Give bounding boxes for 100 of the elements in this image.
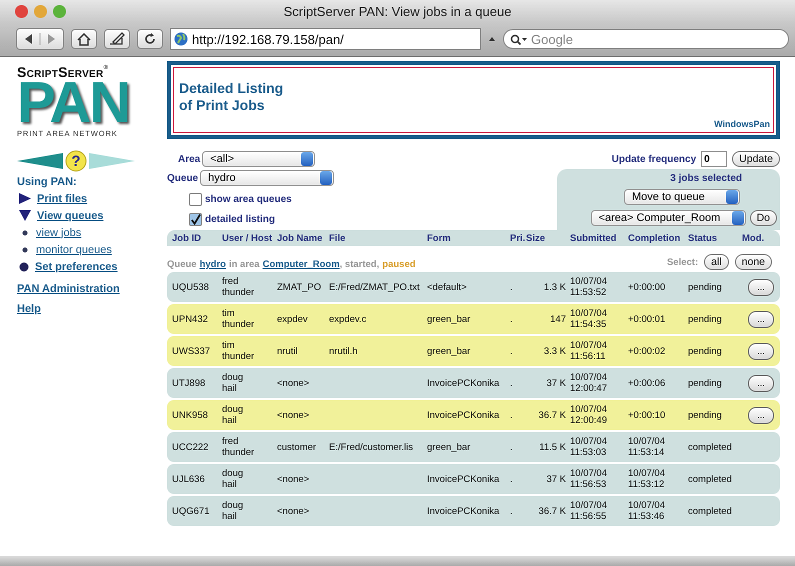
queue-select[interactable]: hydro [200,170,334,186]
job-size: 36.7 K [538,410,567,420]
column-header: Job Name [277,232,324,244]
field-label: Area [178,154,200,164]
triangle-down-icon [19,210,31,221]
address-field[interactable]: http://192.168.79.158/pan/ [170,28,481,50]
back-arrow-icon[interactable] [17,153,63,169]
globe-icon [174,32,188,46]
job-name: ZMAT_PO [277,282,322,292]
job-size: 36.7 K [538,506,567,516]
job-id: UJL636 [172,474,206,484]
selection-count: 3 jobs selected [670,173,742,184]
search-field[interactable]: Google [503,29,789,49]
update-button[interactable]: Update [732,151,780,167]
completion-time: +0:00:00 [628,282,666,292]
modify-button[interactable]: ... [748,310,774,328]
paused-state: paused [382,259,416,270]
job-name: <none> [277,410,310,420]
stepper-icon [320,171,332,185]
back-forward-button[interactable] [16,28,64,50]
help-icon[interactable]: ? [65,150,87,172]
edit-button[interactable] [104,29,130,49]
completion-time: +0:00:02 [628,346,666,356]
user-host: tim thunder [222,308,256,330]
home-button[interactable] [71,29,97,49]
user-host: fred thunder [222,436,256,458]
submitted-time: 10/07/04 11:53:03 [570,436,608,458]
user-host: doug hail [222,500,244,522]
job-name: <none> [277,506,310,516]
queue-label: Queue [167,259,197,270]
select-button[interactable]: none [734,254,772,270]
frequency-field[interactable]: 0 [701,151,728,167]
stepper-icon [301,152,314,166]
job-size: 11.5 K [538,442,567,452]
nav-link[interactable]: monitor queues [36,244,112,256]
ball-icon [19,262,29,272]
job-status: pending [688,378,723,388]
nav-link[interactable]: view jobs [36,226,82,238]
close-button[interactable] [15,4,28,18]
job-id: UCC222 [172,442,210,452]
submitted-time: 10/07/04 11:53:52 [570,276,608,298]
target-select[interactable]: <area> Computer_Room [590,210,746,226]
triangle-right-icon [19,193,31,204]
modify-button[interactable]: ... [748,374,774,392]
job-id: UQG671 [172,506,210,516]
window-title: ScriptServer PAN: View jobs in a queue [282,4,512,18]
queue-link[interactable]: hydro [200,259,226,270]
modify-button[interactable]: ... [748,406,774,424]
column-header: User / Host [222,232,274,244]
column-header: Completion [628,232,682,244]
logo-pan-text: PAN [17,79,130,127]
job-id: UQU538 [172,282,210,292]
job-name: customer [277,442,318,452]
priority: . [510,506,514,516]
reload-button[interactable] [137,29,163,49]
job-name: <none> [277,474,310,484]
job-id: UTJ898 [172,378,206,388]
form-name: InvoicePCKonika [427,378,500,388]
column-header: Status [688,232,718,244]
column-header: Job ID [172,232,202,244]
file-name: E:/Fred/ZMAT_PO.txt [329,282,421,292]
user-host: tim thunder [222,340,256,362]
submitted-time: 10/07/04 11:56:53 [570,468,608,490]
form-name: <default> [427,282,468,292]
modify-button[interactable]: ... [748,342,774,360]
checkbox-label: detailed listing [205,214,276,225]
file-name: E:/Fred/customer.lis [329,442,414,452]
priority: . [510,474,514,484]
job-status: pending [688,282,723,292]
completion-time: 10/07/04 11:53:46 [628,500,666,522]
nav-link[interactable]: Print files [37,192,88,204]
area-label: in area [228,259,260,270]
field-label: Update frequency [612,154,696,164]
area-link[interactable]: Computer_Room [262,259,340,270]
modify-button[interactable]: ... [748,278,774,296]
form-name: InvoicePCKonika [427,506,500,516]
select-button[interactable]: all [704,254,729,270]
field-label: Queue [167,172,198,184]
job-size: 37 K [545,474,567,484]
do-button[interactable]: Do [750,210,777,226]
nav-link[interactable]: PAN Administration [17,283,167,295]
form-name: green_bar [427,442,472,452]
zoom-button[interactable] [53,4,66,18]
file-name: expdev.c [329,314,368,324]
job-status: pending [688,314,723,324]
file-name: nrutil.h [329,346,359,356]
area-select[interactable]: <all> [202,151,316,167]
completion-time: +0:00:06 [628,378,666,388]
user-host: doug hail [222,372,244,394]
nav-link[interactable]: Help [17,303,167,315]
action-select[interactable]: Move to queue [624,189,740,205]
column-header: Submitted [570,232,618,244]
checkbox[interactable] [189,193,202,206]
nav-link[interactable]: View queues [37,210,104,222]
job-size: 37 K [545,378,567,388]
checkbox[interactable] [189,213,202,226]
job-size: 1.3 K [542,282,567,292]
priority: . [510,442,514,452]
completion-time: 10/07/04 11:53:14 [628,436,666,458]
nav-link[interactable]: Set preferences [35,260,118,272]
